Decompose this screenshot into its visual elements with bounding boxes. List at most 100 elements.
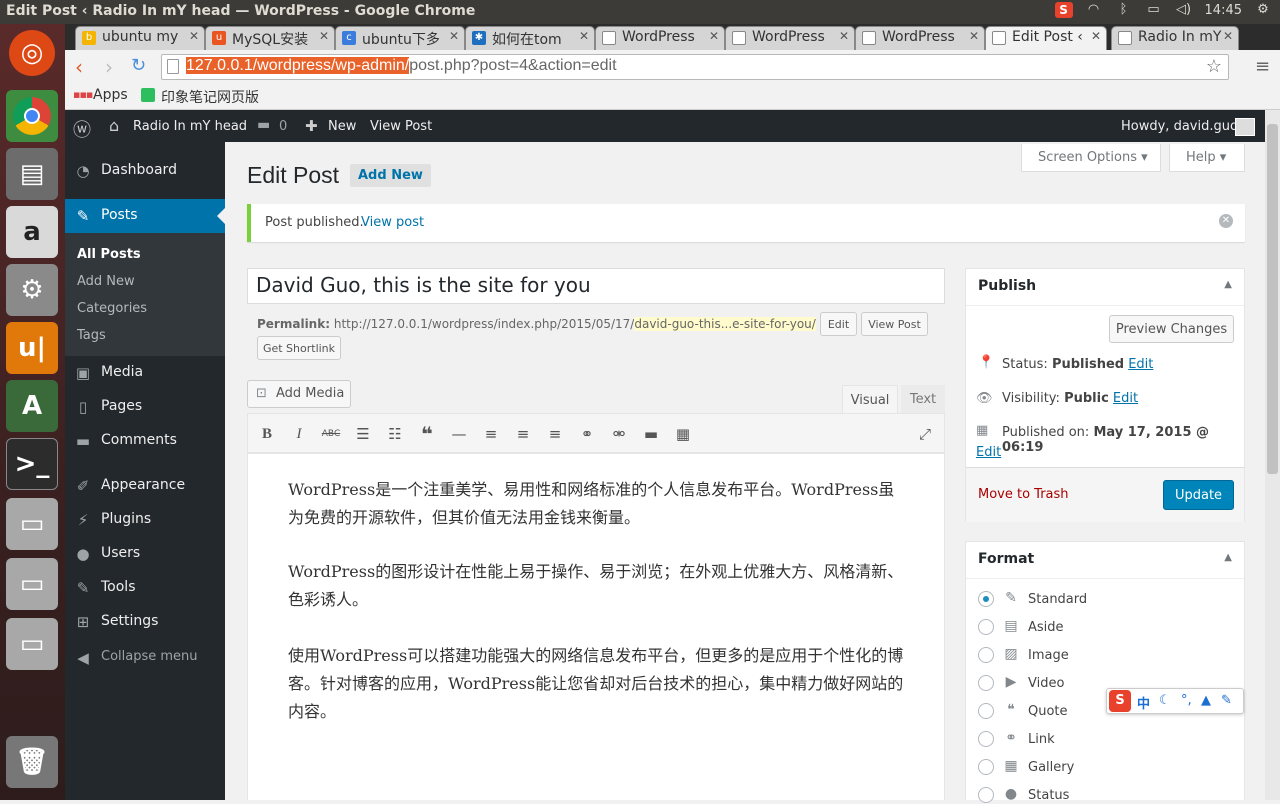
ime-punctuation-icon[interactable]: °,: [1181, 693, 1192, 708]
browser-tab[interactable]: c ubuntu下多 ✕: [335, 26, 465, 50]
sogou-logo-icon[interactable]: S: [1109, 690, 1131, 712]
bookmark-apps[interactable]: Apps: [93, 87, 128, 103]
collapse-caret-icon[interactable]: ▲: [1224, 552, 1232, 563]
chrome-icon[interactable]: [6, 90, 58, 142]
power-gear-icon[interactable]: ⚙: [1254, 2, 1272, 18]
menu-item-posts[interactable]: ✎ Posts: [65, 199, 225, 233]
align-left-icon[interactable]: ≡: [480, 423, 502, 445]
editor-content[interactable]: WordPress是一个注重美学、易用性和网络标准的个人信息发布平台。WordP…: [247, 453, 945, 800]
screen-options-button[interactable]: Screen Options ▾: [1021, 144, 1161, 172]
menu-item-tools[interactable]: ✎ Tools: [65, 571, 225, 605]
bookmark-evernote[interactable]: 印象笔记网页版: [161, 87, 259, 107]
admin-bar-howdy[interactable]: Howdy, david.guo: [1121, 119, 1238, 134]
browser-tab[interactable]: WordPress ✕: [725, 26, 855, 50]
avatar[interactable]: [1235, 118, 1255, 136]
bold-icon[interactable]: B: [256, 423, 278, 445]
browser-tab[interactable]: WordPress ✕: [855, 26, 985, 50]
browser-tab[interactable]: b ubuntu my ✕: [75, 26, 205, 50]
submenu-add-new[interactable]: Add New: [77, 274, 135, 289]
text-editor-icon[interactable]: u|: [6, 322, 58, 374]
close-icon[interactable]: ✕: [319, 29, 329, 43]
software-updater-icon[interactable]: A: [6, 380, 58, 432]
format-radio-quote[interactable]: [978, 703, 994, 719]
format-radio-image[interactable]: [978, 647, 994, 663]
star-icon[interactable]: ☆: [1206, 56, 1222, 77]
menu-item-pages[interactable]: ▯ Pages: [65, 390, 225, 424]
format-radio-status[interactable]: [978, 787, 994, 803]
add-new-button[interactable]: Add New: [350, 164, 431, 187]
file-manager-icon[interactable]: ▤: [6, 148, 58, 200]
dismiss-icon[interactable]: ✕: [1219, 214, 1233, 228]
horizontal-line-icon[interactable]: —: [448, 423, 470, 445]
tab-text[interactable]: Text: [901, 385, 945, 413]
format-radio-standard[interactable]: [978, 591, 994, 607]
address-bar[interactable]: 127.0.0.1/wordpress/wp-admin/post.php?po…: [161, 54, 1229, 80]
close-icon[interactable]: ✕: [969, 29, 979, 43]
italic-icon[interactable]: I: [288, 423, 310, 445]
submenu-categories[interactable]: Categories: [77, 301, 147, 316]
close-icon[interactable]: ✕: [579, 29, 589, 43]
ubuntu-dash-icon[interactable]: ◎: [9, 30, 55, 76]
format-radio-video[interactable]: [978, 675, 994, 691]
admin-bar-site-name[interactable]: Radio In mY head: [133, 119, 247, 134]
admin-bar-view-post[interactable]: View Post: [370, 119, 432, 134]
fullscreen-icon[interactable]: ⤢: [914, 423, 936, 445]
scrollbar-thumb[interactable]: [1267, 124, 1278, 474]
close-icon[interactable]: ✕: [1223, 29, 1233, 43]
move-to-trash-link[interactable]: Move to Trash: [978, 487, 1069, 502]
bluetooth-icon[interactable]: ᛒ: [1115, 2, 1133, 18]
permalink-slug[interactable]: david-guo-this...e-site-for-you/: [634, 317, 816, 331]
view-post-link[interactable]: View post: [361, 215, 424, 230]
close-icon[interactable]: ✕: [449, 29, 459, 43]
browser-tab[interactable]: Radio In mY ✕: [1111, 26, 1239, 50]
drive-icon[interactable]: ▭: [6, 618, 58, 670]
edit-status-link[interactable]: Edit: [1128, 357, 1153, 372]
wordpress-logo-icon[interactable]: ⓦ: [73, 116, 91, 142]
wifi-icon[interactable]: ◠: [1085, 2, 1103, 18]
menu-item-appearance[interactable]: ✐ Appearance: [65, 469, 225, 503]
battery-icon[interactable]: ▭: [1145, 2, 1163, 18]
submenu-tags[interactable]: Tags: [77, 328, 106, 343]
menu-item-users[interactable]: ● Users: [65, 537, 225, 571]
admin-bar-new[interactable]: New: [328, 119, 356, 134]
edit-date-link[interactable]: Edit: [976, 445, 1001, 460]
reload-icon[interactable]: ↻: [131, 55, 146, 76]
system-settings-icon[interactable]: ⚙: [6, 264, 58, 316]
page-scrollbar[interactable]: [1265, 110, 1280, 800]
sogou-input-icon[interactable]: S: [1054, 2, 1073, 18]
trash-icon[interactable]: 🗑: [6, 736, 58, 788]
amazon-icon[interactable]: a: [6, 206, 58, 258]
clock[interactable]: 14:45: [1205, 3, 1242, 18]
read-more-icon[interactable]: ▬: [640, 423, 662, 445]
menu-item-plugins[interactable]: ⚡ Plugins: [65, 503, 225, 537]
ime-moon-icon[interactable]: ☾: [1159, 693, 1171, 708]
format-radio-gallery[interactable]: [978, 759, 994, 775]
terminal-icon[interactable]: >_: [6, 438, 58, 490]
menu-item-media[interactable]: ▣ Media: [65, 356, 225, 390]
ime-chinese-mode-icon[interactable]: 中: [1137, 693, 1150, 712]
menu-item-settings[interactable]: ⊞ Settings: [65, 605, 225, 639]
close-icon[interactable]: ✕: [1091, 29, 1101, 43]
ime-tools-icon[interactable]: ✎: [1221, 693, 1232, 708]
tab-visual[interactable]: Visual: [842, 385, 898, 413]
update-button[interactable]: Update: [1163, 480, 1234, 510]
align-right-icon[interactable]: ≡: [544, 423, 566, 445]
collapse-caret-icon[interactable]: ▲: [1224, 279, 1232, 290]
drive-icon[interactable]: ▭: [6, 498, 58, 550]
numbered-list-icon[interactable]: ☷: [384, 423, 406, 445]
drive-icon[interactable]: ▭: [6, 558, 58, 610]
strikethrough-icon[interactable]: ABC: [320, 423, 342, 445]
add-media-button[interactable]: ⊡ Add Media: [247, 380, 351, 408]
collapse-menu[interactable]: ◀ Collapse menu: [65, 641, 225, 675]
menu-item-comments[interactable]: ▬ Comments: [65, 424, 225, 458]
toolbar-toggle-icon[interactable]: ▦: [672, 423, 694, 445]
submenu-all-posts[interactable]: All Posts: [77, 247, 141, 262]
ime-skin-icon[interactable]: ▲: [1201, 693, 1211, 708]
insert-link-icon[interactable]: ⚭: [576, 423, 598, 445]
comment-bubble-icon[interactable]: ▬: [257, 117, 270, 133]
format-radio-aside[interactable]: [978, 619, 994, 635]
back-icon[interactable]: ‹: [75, 55, 83, 79]
browser-tab[interactable]: ✱ 如何在tom ✕: [465, 26, 595, 50]
bullet-list-icon[interactable]: ☰: [352, 423, 374, 445]
ime-toolbar[interactable]: S 中 ☾ °, ▲ ✎: [1106, 688, 1244, 714]
